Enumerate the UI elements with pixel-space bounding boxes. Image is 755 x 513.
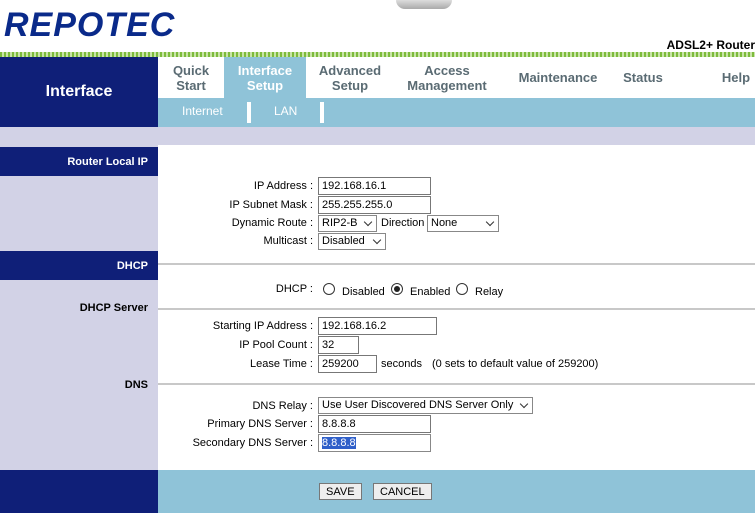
left-column: Router Local IP DHCP DHCP Server DNS	[0, 145, 158, 513]
chevron-down-icon	[363, 217, 373, 227]
pool-count-input[interactable]	[318, 336, 359, 354]
direction-select[interactable]: None	[427, 215, 499, 232]
lease-time-unit: seconds	[381, 358, 422, 370]
subnet-mask-input[interactable]	[318, 196, 431, 214]
ip-address-label: IP Address :	[253, 180, 313, 192]
tab-access-management[interactable]: Access Management	[394, 57, 500, 98]
dynamic-route-label: Dynamic Route :	[231, 217, 313, 229]
section-title-dhcp: DHCP	[0, 251, 158, 280]
secondary-dns-label: Secondary DNS Server :	[192, 437, 313, 449]
dhcp-mode-label: DHCP :	[275, 283, 313, 295]
dhcp-enabled-label: Enabled	[410, 286, 451, 298]
tab-help[interactable]: Help	[706, 57, 755, 98]
divider	[158, 263, 755, 265]
dhcp-relay-label: Relay	[475, 286, 504, 298]
model-name: ADSL2+ Router	[666, 38, 755, 52]
tab-advanced-setup[interactable]: Advanced Setup	[306, 57, 394, 98]
section-title-router-local-ip: Router Local IP	[0, 147, 158, 176]
section-label-dhcp-server: DHCP Server	[79, 302, 148, 314]
footer-bar	[158, 470, 755, 513]
save-button[interactable]: SAVE	[319, 483, 362, 500]
dns-relay-label: DNS Relay :	[252, 400, 313, 412]
pool-count-label: IP Pool Count :	[239, 339, 313, 351]
primary-dns-input[interactable]	[318, 415, 431, 433]
starting-ip-label: Starting IP Address :	[212, 320, 313, 332]
dynamic-route-select[interactable]: RIP2-B	[318, 215, 377, 232]
header: REPOTEC ADSL2+ Router	[0, 0, 755, 56]
router-device-icon	[396, 0, 452, 9]
subtab-separator	[320, 102, 324, 123]
subtab-internet[interactable]: Internet	[182, 104, 223, 118]
tab-interface-setup[interactable]: Interface Setup	[224, 57, 306, 98]
dhcp-disabled-radio[interactable]	[323, 283, 335, 295]
subnet-mask-label: IP Subnet Mask :	[229, 199, 313, 211]
dns-relay-select[interactable]: Use User Discovered DNS Server Only	[318, 397, 533, 414]
separator-band	[0, 127, 755, 145]
dhcp-enabled-radio[interactable]	[391, 283, 403, 295]
chevron-down-icon	[519, 399, 529, 409]
divider	[158, 308, 755, 310]
multicast-label: Multicast :	[263, 235, 313, 247]
footer-left	[0, 470, 158, 513]
brand-logo: REPOTEC	[4, 6, 176, 44]
main-nav: Interface Quick Start Interface Setup Adva…	[0, 57, 755, 127]
nav-tabs: Quick Start Interface Setup Advanced Setup …	[158, 57, 755, 98]
direction-label: Direction	[381, 217, 425, 229]
primary-dns-label: Primary DNS Server :	[207, 418, 313, 430]
subtab-separator	[247, 102, 251, 123]
divider	[158, 383, 755, 385]
lease-time-note: (0 sets to default value of 259200)	[432, 358, 599, 370]
tab-maintenance[interactable]: Maintenance	[508, 57, 608, 98]
lease-time-input[interactable]	[318, 355, 377, 373]
section-label-dns: DNS	[124, 379, 148, 391]
multicast-select[interactable]: Disabled	[318, 233, 386, 250]
nav-section-title: Interface	[0, 57, 158, 127]
tab-status[interactable]: Status	[612, 57, 674, 98]
cancel-button[interactable]: CANCEL	[373, 483, 432, 500]
ip-address-input[interactable]	[318, 177, 431, 195]
subtab-bar: Internet LAN	[158, 98, 755, 127]
tab-quick-start[interactable]: Quick Start	[158, 57, 224, 98]
chevron-down-icon	[372, 235, 382, 245]
lease-time-label: Lease Time :	[250, 358, 313, 370]
subtab-lan[interactable]: LAN	[274, 104, 297, 118]
secondary-dns-input[interactable]: 8.8.8.8	[318, 434, 431, 452]
chevron-down-icon	[485, 217, 495, 227]
starting-ip-input[interactable]	[318, 317, 437, 335]
dhcp-relay-radio[interactable]	[456, 283, 468, 295]
dhcp-disabled-label: Disabled	[342, 286, 385, 298]
